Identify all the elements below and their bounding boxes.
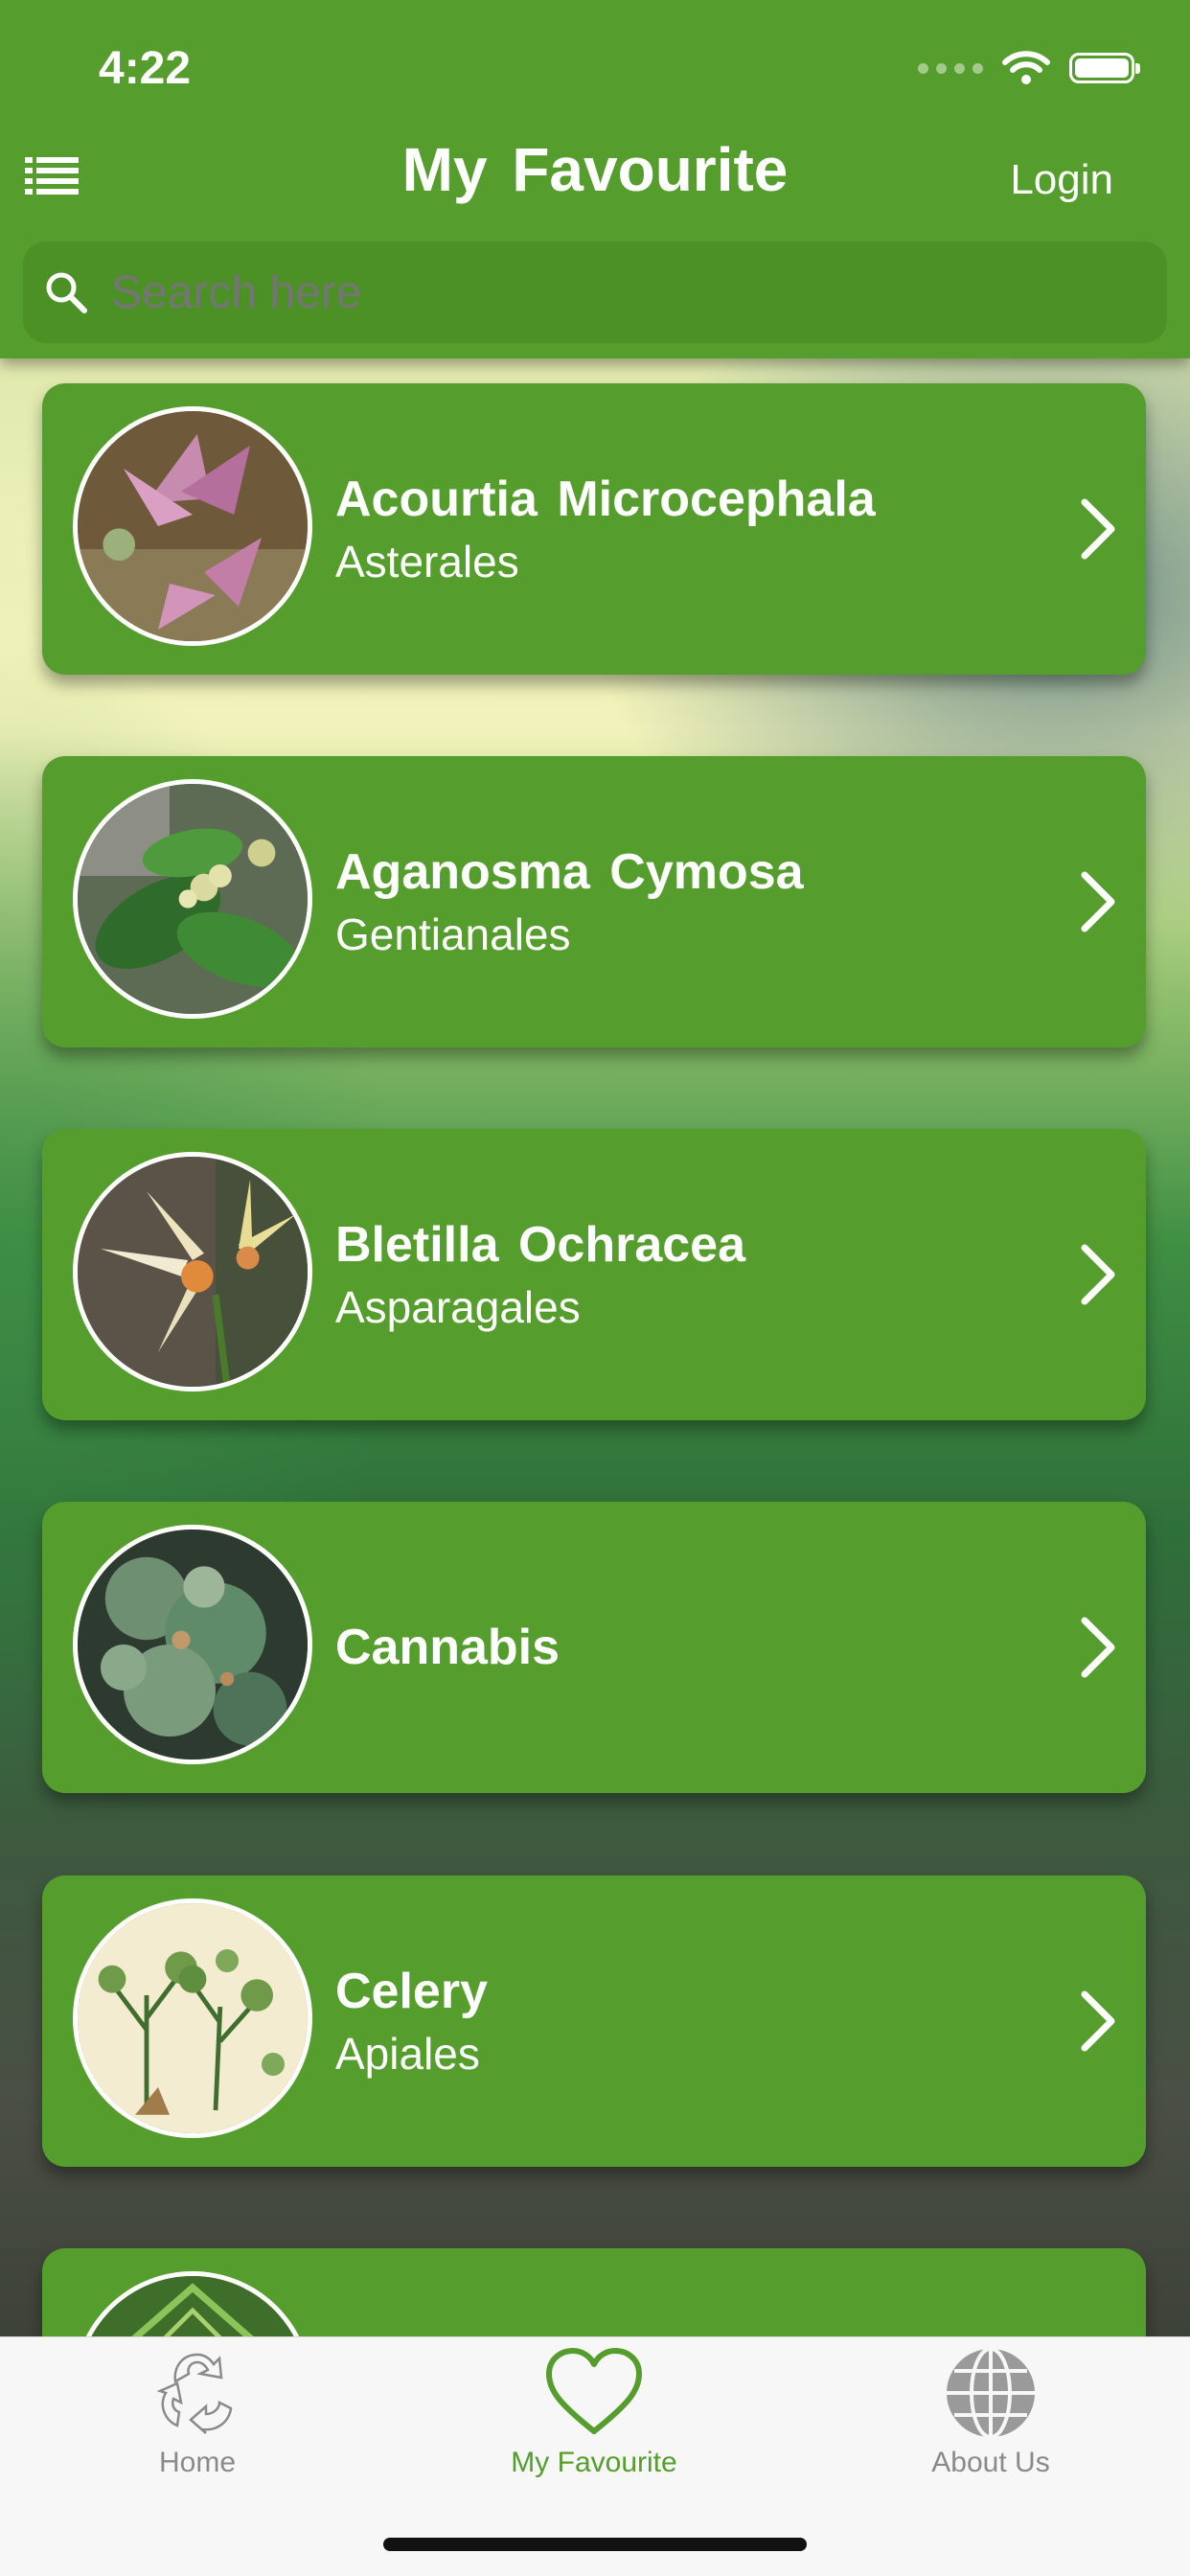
status-indicators — [918, 50, 1140, 86]
plant-order: Asterales — [335, 537, 519, 586]
plant-thumbnail — [73, 779, 312, 1019]
battery-icon — [1069, 53, 1140, 83]
chevron-right-icon — [1081, 1990, 1115, 2052]
chevron-right-icon — [1081, 498, 1115, 560]
chevron-right-icon — [1081, 1244, 1115, 1305]
plant-thumbnail — [73, 406, 312, 646]
plant-card[interactable]: Acourtia Microcephala Asterales — [42, 383, 1146, 675]
tab-home[interactable]: Home — [54, 2345, 341, 2489]
plant-name: Acourtia Microcephala — [335, 472, 876, 527]
top-header: 4:22 My Favourite Login — [0, 0, 1190, 358]
plant-thumbnail — [73, 1898, 312, 2138]
plant-name: Cannabis — [335, 1620, 561, 1675]
globe-icon — [947, 2347, 1035, 2439]
plant-order: Apiales — [335, 2029, 480, 2079]
chevron-right-icon — [1081, 871, 1115, 932]
plant-order: Gentianales — [335, 909, 571, 959]
wifi-icon — [1002, 51, 1050, 84]
search-bar[interactable] — [23, 242, 1167, 343]
search-icon — [46, 272, 87, 313]
plant-order: Asparagales — [335, 1282, 581, 1332]
plant-thumbnail — [73, 1525, 312, 1764]
tab-my-favourite-label: My Favourite — [511, 2447, 677, 2478]
plant-card[interactable]: Aganosma Cymosa Gentianales — [42, 756, 1146, 1047]
plant-card[interactable]: Bletilla Ochracea Asparagales — [42, 1129, 1146, 1420]
plant-name: Bletilla Ochracea — [335, 1217, 745, 1273]
tab-about-us[interactable]: About Us — [847, 2345, 1134, 2489]
recycle-leaf-icon — [156, 2353, 233, 2434]
search-input[interactable] — [109, 264, 1071, 320]
plant-card[interactable]: Cannabis — [42, 1502, 1146, 1793]
app-screen: Acourtia Microcephala Asterales Aganosma… — [0, 0, 1190, 2576]
chevron-right-icon — [1081, 1617, 1115, 1678]
cellular-signal-icon — [918, 62, 983, 74]
plant-card[interactable]: Celery Apiales — [42, 1875, 1146, 2167]
login-button[interactable]: Login — [1010, 156, 1113, 204]
tab-home-label: Home — [158, 2447, 237, 2478]
favourite-plant-list[interactable]: Acourtia Microcephala Asterales Aganosma… — [0, 0, 1190, 2576]
plant-name: Celery — [335, 1964, 488, 2019]
tab-about-us-label: About Us — [931, 2447, 1050, 2478]
tab-my-favourite[interactable]: My Favourite — [450, 2345, 738, 2489]
home-indicator[interactable] — [383, 2538, 807, 2551]
heart-icon — [546, 2348, 642, 2434]
status-time: 4:22 — [99, 43, 192, 94]
plant-name: Aganosma Cymosa — [335, 844, 804, 900]
plant-thumbnail — [73, 1152, 312, 1392]
